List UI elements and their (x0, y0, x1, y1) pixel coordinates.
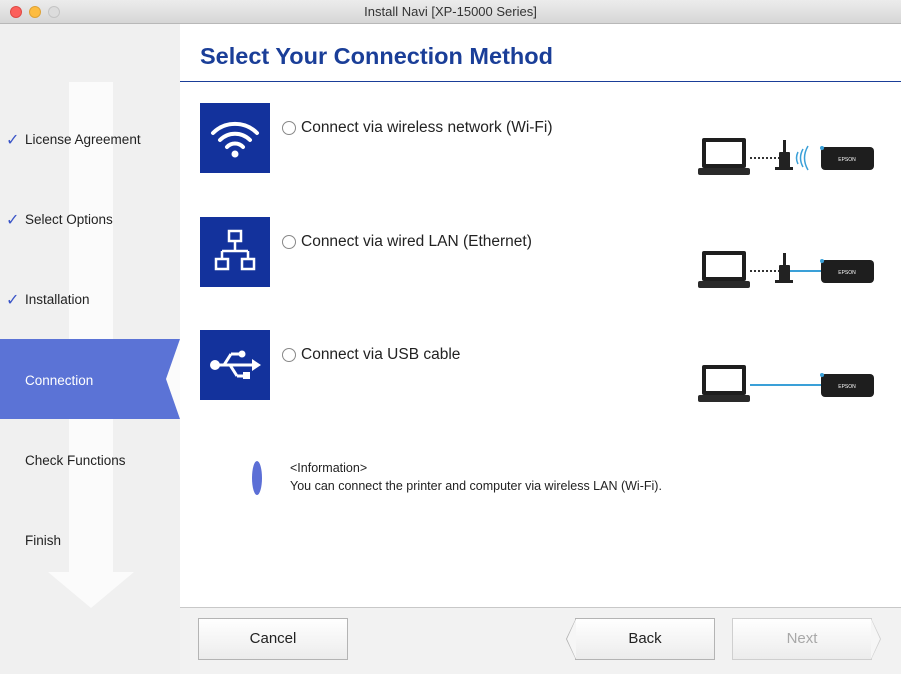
step-label: Select Options (25, 212, 113, 227)
info-title: <Information> (290, 461, 368, 475)
step-label: License Agreement (25, 132, 141, 147)
step-select-options: ✓ Select Options (0, 179, 180, 259)
ethernet-option-label[interactable]: Connect via wired LAN (Ethernet) (301, 233, 532, 251)
step-installation: ✓ Installation (0, 259, 180, 339)
step-label: Connection (25, 373, 94, 388)
back-button[interactable]: Back (566, 618, 715, 660)
network-icon[interactable] (200, 217, 270, 287)
step-connection: Connection (0, 339, 180, 419)
active-step-notch (166, 339, 180, 419)
title-bar: Install Navi [XP-15000 Series] (0, 0, 901, 24)
cancel-button[interactable]: Cancel (198, 618, 348, 660)
main-panel: Select Your Connection Method Connect vi… (180, 24, 901, 607)
usb-connection-illustration: EPSON (697, 361, 877, 411)
wifi-radio[interactable] (282, 121, 296, 135)
step-sidebar: ✓ License Agreement ✓ Select Options ✓ I… (0, 24, 180, 674)
step-label: Installation (25, 292, 90, 307)
printer-brand: EPSON (838, 270, 856, 276)
step-label: Finish (25, 533, 62, 548)
check-icon: ✓ (6, 212, 20, 229)
title-divider (180, 81, 901, 82)
step-label: Check Functions (25, 453, 126, 468)
page-title: Select Your Connection Method (200, 43, 553, 69)
window-title: Install Navi [XP-15000 Series] (364, 4, 537, 19)
check-icon: ✓ (6, 292, 20, 309)
usb-radio[interactable] (282, 348, 296, 362)
wifi-option-label[interactable]: Connect via wireless network (Wi-Fi) (301, 119, 553, 137)
wifi-icon[interactable] (200, 103, 270, 173)
info-icon (252, 461, 262, 495)
button-bar: Cancel Back Next (180, 607, 901, 674)
printer-brand: EPSON (838, 384, 856, 390)
ethernet-connection-illustration: EPSON (697, 247, 877, 297)
step-check-functions: Check Functions (0, 419, 180, 499)
info-text: You can connect the printer and computer… (290, 479, 662, 493)
next-button[interactable]: Next (732, 618, 881, 660)
step-finish: Finish (0, 499, 180, 579)
printer-brand: EPSON (838, 157, 856, 163)
usb-icon[interactable] (200, 330, 270, 400)
check-icon: ✓ (6, 132, 20, 149)
ethernet-radio[interactable] (282, 235, 296, 249)
usb-option-label[interactable]: Connect via USB cable (301, 346, 460, 364)
wifi-connection-illustration: EPSON (697, 134, 877, 184)
step-license-agreement: ✓ License Agreement (0, 99, 180, 179)
